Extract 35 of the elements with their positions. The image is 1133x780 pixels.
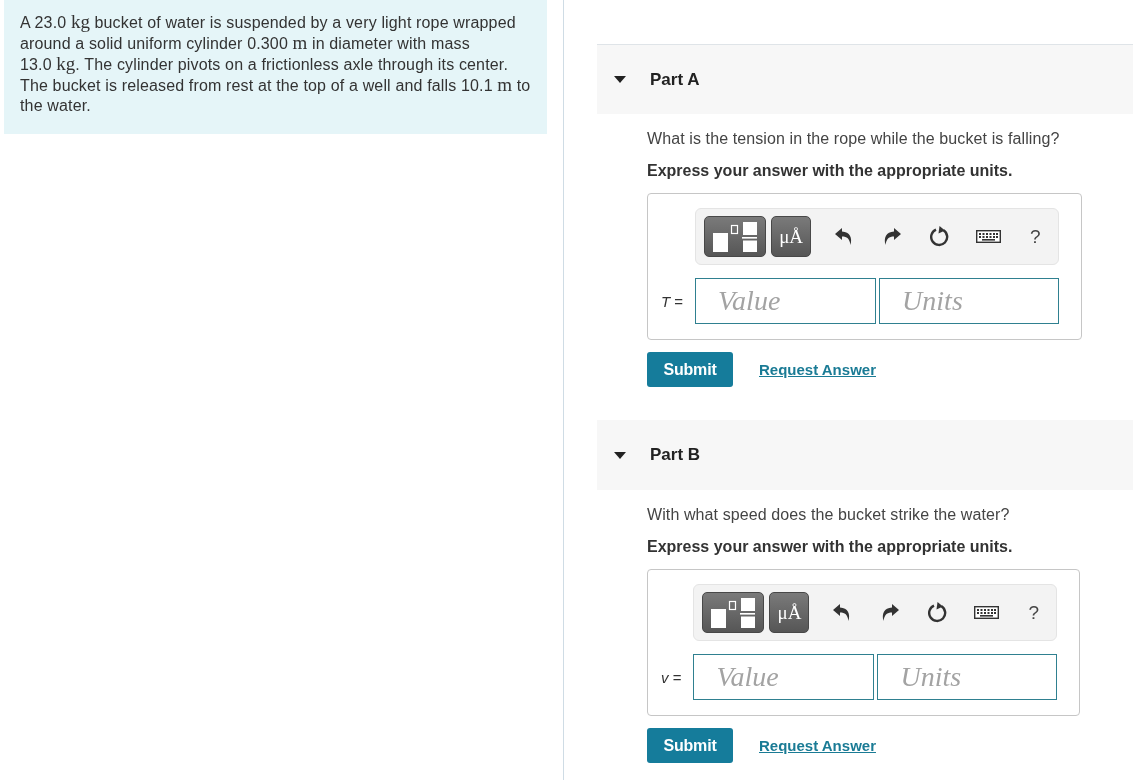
request-answer-link[interactable]: Request Answer: [759, 361, 876, 378]
redo-icon[interactable]: [881, 604, 900, 621]
value-field[interactable]: Value: [693, 654, 875, 700]
undo-icon[interactable]: [833, 604, 852, 621]
undo-icon[interactable]: [835, 228, 854, 245]
keyboard-icon[interactable]: [975, 230, 1001, 243]
symbols-button[interactable]: μÅ: [769, 592, 810, 633]
caret-icon[interactable]: [614, 76, 626, 83]
reset-icon[interactable]: [928, 602, 949, 623]
part-title[interactable]: Part A: [650, 69, 700, 90]
request-answer-link[interactable]: Request Answer: [759, 737, 876, 754]
redo-icon[interactable]: [883, 228, 902, 245]
instruction-text: Express your answer with the appropriate units.: [647, 161, 1014, 181]
instruction-text: Express your answer with the appropriate units.: [647, 537, 1014, 557]
problem-text: A 23.0 kg bucket of water is suspended by a very light rope wrapped around a solid uniform cylinder 0.300 m in diameter with mass 13.0 kg. The cylinder pivots on a frictionless axle through its center. The bucket is released from rest at the top of a well and falls 10.1 m to the water.: [20, 12, 531, 116]
help-button[interactable]: ?: [1029, 225, 1042, 248]
question-text: With what speed does the bucket strike the water?: [647, 505, 1011, 525]
reset-icon[interactable]: [930, 226, 951, 247]
question-text: What is the tension in the rope while the bucket is falling?: [647, 129, 1061, 149]
submit-button[interactable]: Submit: [647, 352, 733, 387]
value-field[interactable]: Value: [695, 278, 877, 324]
template-blocks-icon: [711, 597, 756, 628]
caret-icon[interactable]: [614, 451, 626, 459]
templates-button[interactable]: [704, 216, 767, 257]
help-button[interactable]: ?: [1027, 601, 1040, 624]
submit-button[interactable]: Submit: [647, 728, 733, 763]
units-field[interactable]: Units: [879, 278, 1060, 324]
units-field[interactable]: Units: [877, 654, 1058, 700]
template-blocks-icon: [713, 221, 758, 252]
variable-label: v =: [661, 668, 682, 686]
variable-label: T =: [661, 292, 684, 310]
keyboard-icon[interactable]: [973, 606, 999, 619]
part-title[interactable]: Part B: [650, 445, 701, 465]
templates-button[interactable]: [702, 592, 765, 633]
symbols-button[interactable]: μÅ: [771, 216, 812, 257]
